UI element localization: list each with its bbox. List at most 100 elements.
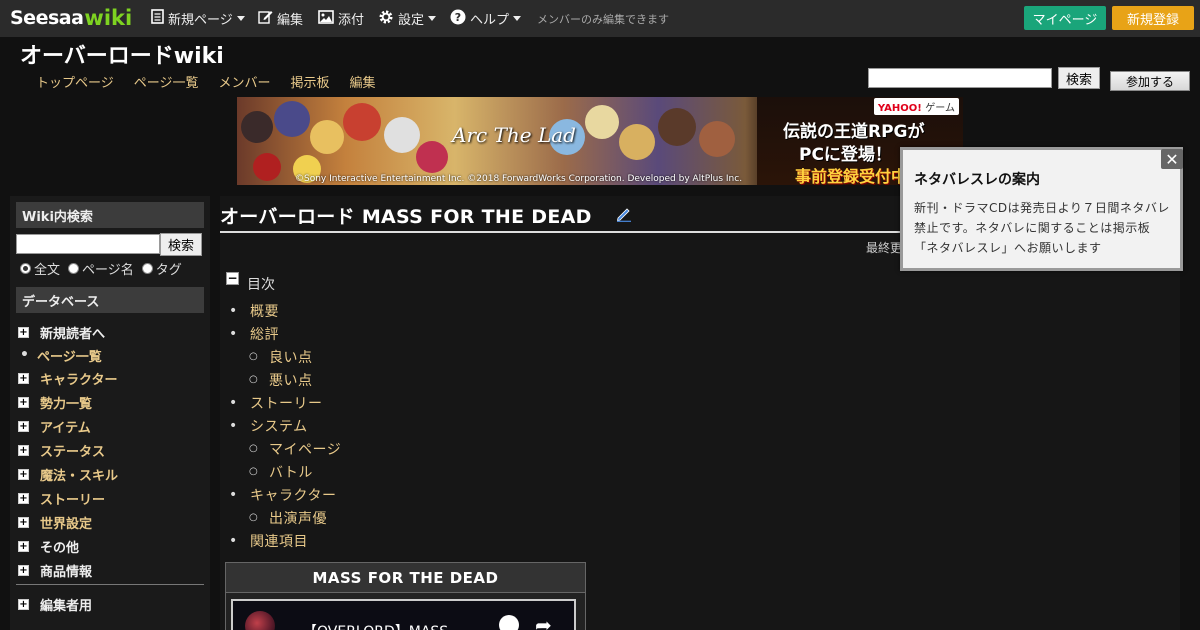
expand-plus-icon[interactable]: + (18, 598, 29, 610)
expand-plus-icon[interactable]: + (18, 326, 29, 338)
sidebar-item-products[interactable]: + 商品情報 (16, 558, 204, 582)
sidebar-item-world-setting[interactable]: + 世界設定 (16, 510, 204, 534)
chevron-down-icon (513, 16, 522, 21)
radio-fulltext[interactable]: 全文 (20, 259, 60, 278)
expand-plus-icon[interactable]: + (18, 372, 29, 384)
toc-link[interactable]: 悪い点 (228, 368, 341, 391)
expand-plus-icon[interactable]: + (18, 420, 29, 432)
expand-plus-icon[interactable]: + (18, 564, 29, 576)
video-box: MASS FOR THE DEAD 【OVERLORD】MASS ➦ (225, 562, 586, 630)
sidebar-item-other[interactable]: + その他 (16, 534, 204, 558)
header-search-input[interactable] (868, 68, 1052, 88)
embedded-video[interactable]: 【OVERLORD】MASS ➦ (231, 599, 576, 630)
radio-pagename-circle[interactable] (68, 263, 80, 274)
toc-link[interactable]: 良い点 (228, 345, 341, 368)
yahoo-badge-sub: ゲーム (925, 103, 955, 114)
video-title[interactable]: 【OVERLORD】MASS (303, 621, 448, 630)
attach-label: 添付 (338, 13, 365, 28)
radio-tag[interactable]: タグ (141, 259, 182, 278)
expand-plus-icon[interactable]: + (18, 492, 29, 504)
sidebar-search-heading: Wiki内検索 (16, 202, 204, 228)
close-icon[interactable]: ✕ (1161, 149, 1183, 169)
site-title[interactable]: オーバーロードwiki (20, 38, 224, 70)
join-button[interactable]: 参加する (1110, 71, 1190, 91)
sidebar-database-heading: データベース (16, 287, 204, 313)
expand-plus-icon[interactable]: + (18, 468, 29, 480)
sidebar-item-label: 商品情報 (40, 564, 93, 580)
global-topbar: Seesaa wiki 新規ページ 編集 添付 設定 ? ヘルプ メンバーのみ編… (0, 0, 1200, 37)
sidebar-item-characters[interactable]: + キャラクター (16, 366, 204, 390)
sidebar-item-status[interactable]: + ステータス (16, 438, 204, 462)
sidebar-item-editors[interactable]: + 編集者用 (16, 592, 92, 616)
expand-plus-icon[interactable]: + (18, 516, 29, 528)
sidebar-item-label: アイテム (40, 420, 91, 436)
sidebar-item-label: 新規読者へ (40, 326, 106, 342)
toc-link[interactable]: 出演声優 (228, 506, 341, 529)
settings-menu[interactable]: 設定 (378, 0, 437, 37)
toc-link[interactable]: バトル (228, 460, 341, 483)
sidebar: Wiki内検索 検索 全文 ページ名 タグ データベース + 新規読者へ ページ一… (10, 196, 210, 630)
channel-avatar[interactable] (245, 611, 275, 630)
nav-members[interactable]: メンバー (219, 72, 271, 91)
logo-wiki-text: wiki (84, 6, 133, 30)
sidebar-item-label: ページ一覧 (36, 349, 102, 365)
nav-top-page[interactable]: トップページ (36, 72, 114, 91)
edit-icon (258, 9, 273, 28)
chevron-down-icon (428, 16, 437, 21)
nav-bbs[interactable]: 掲示板 (291, 72, 330, 91)
ad-banner[interactable]: Arc The Lad ©Sony Interactive Entertainm… (237, 97, 963, 185)
seesaa-wiki-logo[interactable]: Seesaa wiki (10, 6, 132, 30)
sidebar-item-story[interactable]: + ストーリー (16, 486, 204, 510)
yahoo-badge-text: YAHOO! (877, 103, 922, 114)
radio-fulltext-label: 全文 (34, 263, 61, 278)
sidebar-item-items[interactable]: + アイテム (16, 414, 204, 438)
sidebar-item-new-readers[interactable]: + 新規読者へ (16, 320, 204, 344)
attach-menu[interactable]: 添付 (318, 0, 364, 37)
expand-plus-icon[interactable]: + (18, 396, 29, 408)
toc-link[interactable]: 関連項目 (228, 529, 341, 552)
toc-link[interactable]: キャラクター (228, 483, 341, 506)
sidebar-item-label: キャラクター (40, 372, 118, 388)
popup-title: ネタバレスレの案内 (914, 172, 1040, 188)
pencil-icon[interactable] (616, 206, 632, 222)
sidebar-item-page-list[interactable]: ページ一覧 (16, 344, 204, 366)
radio-fulltext-circle[interactable] (20, 263, 31, 274)
mypage-button[interactable]: マイページ (1024, 6, 1106, 30)
toc-title: 目次 (247, 277, 275, 293)
new-page-menu[interactable]: 新規ページ (151, 0, 245, 37)
watch-later-icon[interactable] (499, 615, 519, 630)
nav-edit[interactable]: 編集 (350, 72, 376, 91)
help-label: ヘルプ (470, 13, 510, 28)
toc-link[interactable]: ストーリー (228, 391, 341, 414)
help-icon: ? (450, 9, 466, 29)
edit-menu[interactable]: 編集 (258, 0, 303, 37)
share-icon[interactable]: ➦ (535, 613, 552, 630)
header-search-button[interactable]: 検索 (1058, 67, 1100, 89)
toc-link[interactable]: マイページ (228, 437, 341, 460)
sidebar-item-label: 編集者用 (40, 598, 93, 614)
table-of-contents: 概要 総評 良い点 悪い点 ストーリー システム マイページ バトル キャラクタ… (228, 299, 341, 552)
radio-tag-label: タグ (155, 263, 182, 278)
toc-link[interactable]: 概要 (228, 299, 341, 322)
members-only-notice: メンバーのみ編集できます (537, 13, 669, 26)
sidebar-item-factions[interactable]: + 勢力一覧 (16, 390, 204, 414)
nav-page-list[interactable]: ページ一覧 (134, 72, 199, 91)
help-menu[interactable]: ? ヘルプ (450, 0, 522, 37)
page-title: オーバーロード MASS FOR THE DEAD (220, 206, 592, 228)
sidebar-search-input[interactable] (16, 234, 160, 254)
toc-collapse-toggle[interactable]: − (226, 272, 239, 285)
radio-tag-circle[interactable] (141, 263, 153, 274)
expand-plus-icon[interactable]: + (18, 444, 29, 456)
radio-pagename[interactable]: ページ名 (68, 259, 134, 278)
sidebar-item-magic-skills[interactable]: + 魔法・スキル (16, 462, 204, 486)
logo-seesaa-text: Seesaa (10, 7, 84, 29)
banner-promo-line3: 事前登録受付中 (795, 167, 908, 185)
yahoo-game-badge: YAHOO! ゲーム (873, 98, 959, 115)
toc-link[interactable]: 総評 (228, 322, 341, 345)
toc-link[interactable]: システム (228, 414, 341, 437)
expand-plus-icon[interactable]: + (18, 540, 29, 552)
sidebar-search-button[interactable]: 検索 (160, 233, 202, 256)
signup-button[interactable]: 新規登録 (1112, 6, 1194, 30)
radio-pagename-label: ページ名 (82, 263, 134, 278)
svg-text:?: ? (455, 11, 461, 24)
